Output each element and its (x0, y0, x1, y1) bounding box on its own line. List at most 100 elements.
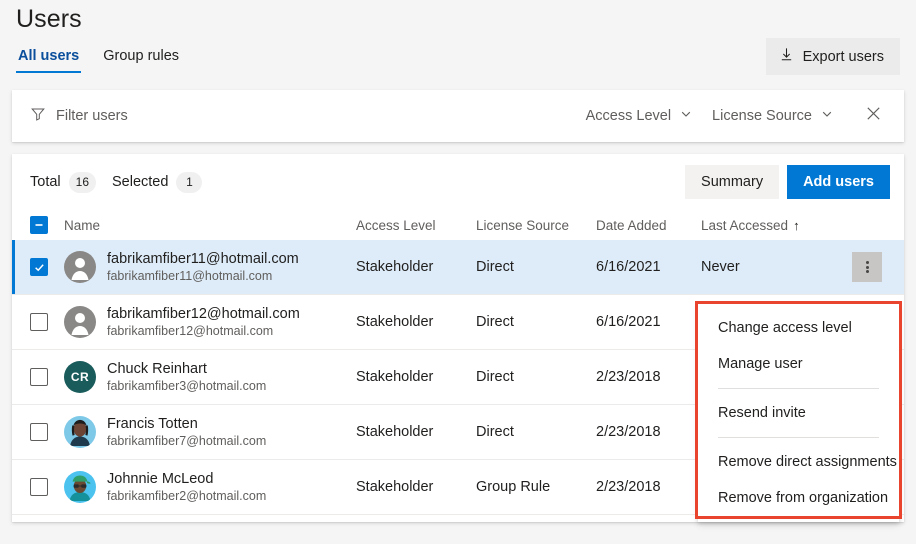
filter-controls: Access Level License Source (576, 100, 890, 132)
tab-all-users-label: All users (18, 48, 79, 64)
user-display-name: Chuck Reinhart (107, 361, 266, 378)
toolbar-actions: Summary Add users (685, 165, 890, 199)
list-toolbar: Total 16 Selected 1 Summary Add users (12, 154, 904, 210)
menu-item-manage-user[interactable]: Manage user (698, 346, 899, 382)
close-icon (866, 106, 881, 126)
user-identity-cell: fabrikamfiber11@hotmail.com fabrikamfibe… (64, 251, 356, 284)
user-name-block: Chuck Reinhart fabrikamfiber3@hotmail.co… (107, 361, 266, 394)
tab-group-rules[interactable]: Group rules (101, 46, 181, 73)
user-name-block: fabrikamfiber12@hotmail.com fabrikamfibe… (107, 306, 300, 339)
column-header-last-accessed[interactable]: Last Accessed ↑ (701, 218, 821, 233)
row-checkbox[interactable] (30, 313, 48, 331)
avatar (64, 471, 96, 503)
avatar (64, 416, 96, 448)
summary-button[interactable]: Summary (685, 165, 779, 199)
table-row[interactable]: fabrikamfiber11@hotmail.com fabrikamfibe… (12, 240, 904, 295)
row-select-cell (30, 478, 64, 496)
user-email: fabrikamfiber7@hotmail.com (107, 434, 266, 449)
cell-access-level: Stakeholder (356, 314, 476, 330)
selected-count-badge: 1 (176, 172, 202, 193)
access-level-filter-label: Access Level (586, 108, 671, 124)
filter-users-input[interactable] (56, 108, 576, 124)
download-icon (779, 47, 794, 66)
menu-separator (718, 388, 879, 389)
filter-bar: Access Level License Source (12, 90, 904, 142)
user-display-name: Johnnie McLeod (107, 471, 266, 488)
user-name-block: Francis Totten fabrikamfiber7@hotmail.co… (107, 416, 266, 449)
row-context-menu: Change access level Manage user Resend i… (698, 304, 899, 522)
user-display-name: Francis Totten (107, 416, 266, 433)
menu-item-remove-from-organization[interactable]: Remove from organization (698, 480, 899, 516)
export-users-button[interactable]: Export users (766, 38, 900, 75)
total-count-group: Total 16 (30, 172, 96, 193)
cell-access-level: Stakeholder (356, 424, 476, 440)
menu-item-change-access-level[interactable]: Change access level (698, 310, 899, 346)
row-checkbox[interactable] (30, 478, 48, 496)
user-identity-cell: CR Chuck Reinhart fabrikamfiber3@hotmail… (64, 361, 356, 394)
arrow-up-icon: ↑ (793, 218, 800, 233)
row-checkbox[interactable] (30, 423, 48, 441)
column-header-license-source[interactable]: License Source (476, 218, 596, 233)
add-users-button[interactable]: Add users (787, 165, 890, 199)
user-email: fabrikamfiber2@hotmail.com (107, 489, 266, 504)
menu-separator (718, 437, 879, 438)
row-checkbox[interactable] (30, 368, 48, 386)
select-all-checkbox[interactable] (30, 216, 48, 234)
avatar-initials: CR (71, 370, 89, 384)
select-all-cell (30, 216, 64, 234)
page-header: Users All users Group rules Export users (0, 0, 916, 90)
user-identity-cell: Johnnie McLeod fabrikamfiber2@hotmail.co… (64, 471, 356, 504)
filter-input-group (30, 106, 576, 127)
column-header-name[interactable]: Name (64, 218, 356, 233)
user-identity-cell: Francis Totten fabrikamfiber7@hotmail.co… (64, 416, 356, 449)
tab-group-rules-label: Group rules (103, 48, 179, 64)
user-name-block: Johnnie McLeod fabrikamfiber2@hotmail.co… (107, 471, 266, 504)
count-summary: Total 16 Selected 1 (30, 172, 685, 193)
column-header-access-level[interactable]: Access Level (356, 218, 476, 233)
cell-access-level: Stakeholder (356, 369, 476, 385)
row-select-cell (30, 313, 64, 331)
column-header-date-added[interactable]: Date Added (596, 218, 701, 233)
cell-license-source: Direct (476, 314, 596, 330)
chevron-down-icon (821, 108, 833, 124)
cell-date-added: 2/23/2018 (596, 424, 701, 440)
user-identity-cell: fabrikamfiber12@hotmail.com fabrikamfibe… (64, 306, 356, 339)
access-level-filter[interactable]: Access Level (576, 102, 702, 130)
menu-item-remove-direct-assignments[interactable]: Remove direct assignments (698, 444, 899, 480)
total-label: Total (30, 174, 61, 190)
page-title: Users (16, 0, 900, 34)
row-select-cell (30, 423, 64, 441)
cell-date-added: 2/23/2018 (596, 369, 701, 385)
column-header-last-accessed-label: Last Accessed (701, 218, 788, 233)
total-count-badge: 16 (69, 172, 96, 193)
user-display-name: fabrikamfiber12@hotmail.com (107, 306, 300, 323)
clear-filters-button[interactable] (857, 100, 890, 132)
avatar (64, 251, 96, 283)
license-source-filter[interactable]: License Source (702, 102, 843, 130)
cell-access-level: Stakeholder (356, 259, 476, 275)
cell-access-level: Stakeholder (356, 479, 476, 495)
menu-item-resend-invite[interactable]: Resend invite (698, 395, 899, 431)
more-vertical-icon[interactable] (852, 252, 882, 282)
user-display-name: fabrikamfiber11@hotmail.com (107, 251, 299, 268)
cell-date-added: 6/16/2021 (596, 259, 701, 275)
avatar: CR (64, 361, 96, 393)
tab-all-users[interactable]: All users (16, 46, 81, 73)
export-users-label: Export users (803, 49, 884, 65)
row-checkbox[interactable] (30, 258, 48, 276)
cell-license-source: Direct (476, 259, 596, 275)
user-email: fabrikamfiber11@hotmail.com (107, 269, 299, 284)
user-email: fabrikamfiber3@hotmail.com (107, 379, 266, 394)
table-header-row: Name Access Level License Source Date Ad… (12, 210, 904, 240)
selected-count-group: Selected 1 (112, 172, 202, 193)
user-email: fabrikamfiber12@hotmail.com (107, 324, 300, 339)
license-source-filter-label: License Source (712, 108, 812, 124)
row-select-cell (30, 368, 64, 386)
cell-license-source: Direct (476, 424, 596, 440)
cell-date-added: 2/23/2018 (596, 479, 701, 495)
cell-last-accessed: Never (701, 259, 821, 275)
user-name-block: fabrikamfiber11@hotmail.com fabrikamfibe… (107, 251, 299, 284)
row-select-cell (30, 258, 64, 276)
cell-license-source: Direct (476, 369, 596, 385)
cell-license-source: Group Rule (476, 479, 596, 495)
